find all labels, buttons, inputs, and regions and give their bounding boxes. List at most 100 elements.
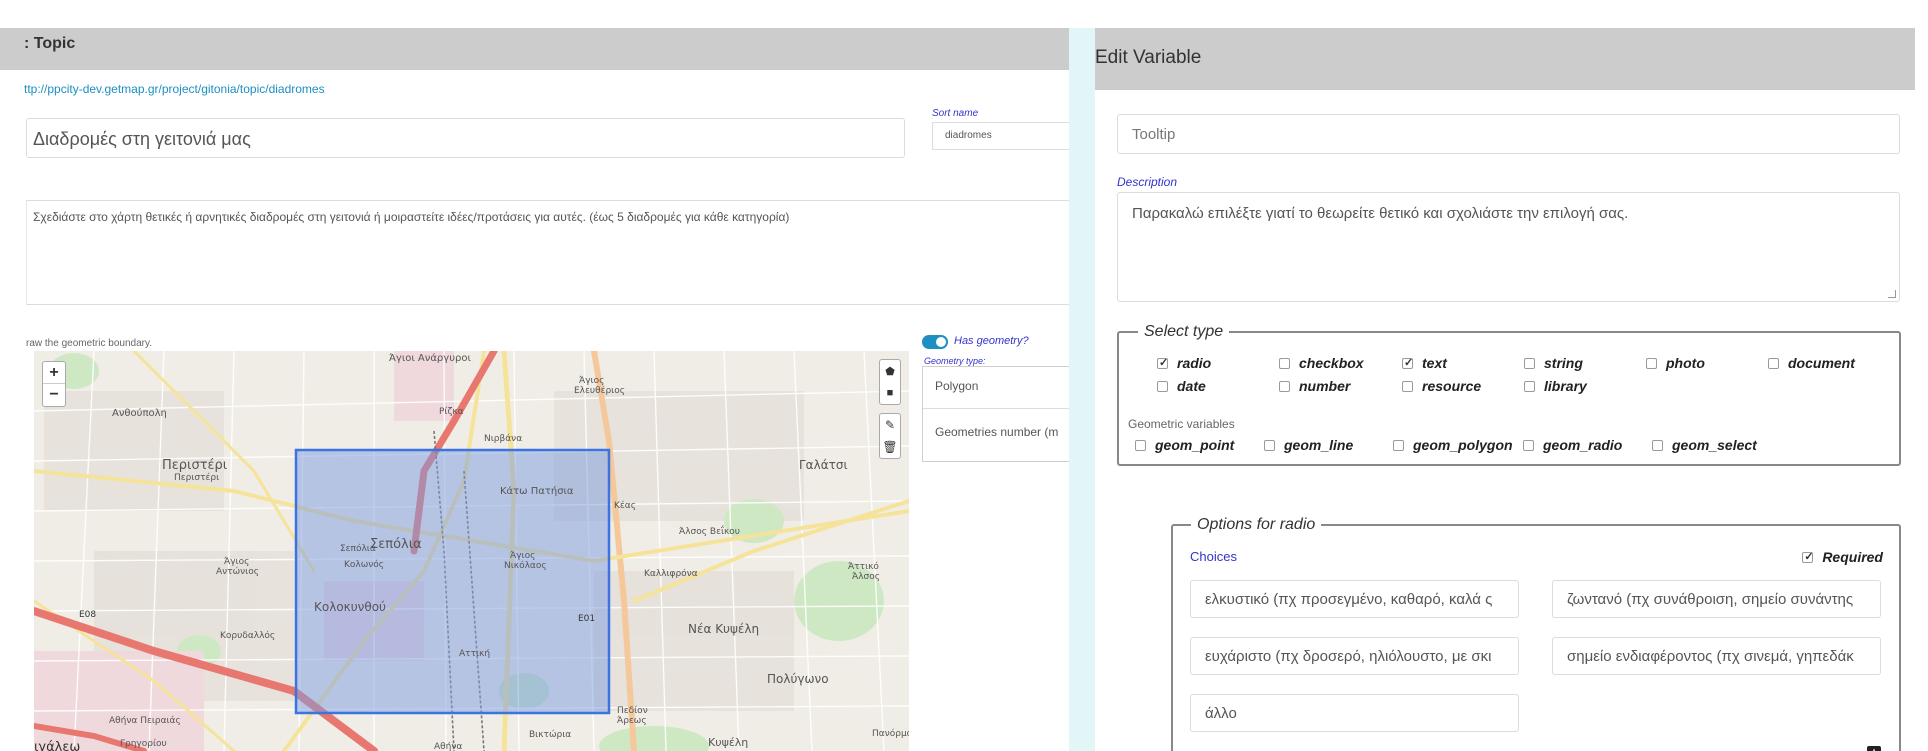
choice-input[interactable]: σημείο ενδιαφέροντος (πχ σινεμά, γηπεδάκ (1552, 637, 1881, 675)
topic-description-textarea[interactable]: Σχεδιάστε στο χάρτη θετικές ή αρνητικές … (26, 200, 1069, 305)
type-photo-option[interactable]: photo (1646, 355, 1705, 371)
resize-handle-icon[interactable] (1888, 290, 1896, 298)
type-photo-checkbox[interactable] (1646, 357, 1657, 369)
type-date-label: date (1177, 378, 1206, 394)
svg-text:Κάτω Πατήσια: Κάτω Πατήσια (500, 485, 574, 497)
geometry-settings-box: Polygon Geometries number (m (922, 366, 1070, 462)
type-resource-checkbox[interactable] (1402, 380, 1413, 392)
geom-radio-checkbox[interactable] (1523, 439, 1534, 451)
modal-body: Tooltip Description Παρακαλώ επιλέξτε γι… (1095, 90, 1915, 751)
topic-url-link[interactable]: ttp://ppcity-dev.getmap.gr/project/giton… (24, 82, 325, 96)
type-radio-option[interactable]: radio (1157, 355, 1211, 371)
geom-polygon-checkbox[interactable] (1393, 439, 1404, 451)
svg-text:Αθήνα Πειραιάς: Αθήνα Πειραιάς (109, 716, 181, 726)
select-type-fieldset: Select type radio checkbox text string (1117, 323, 1901, 466)
type-string-option[interactable]: string (1524, 355, 1583, 371)
svg-text:Κολοκυνθού: Κολοκυνθού (314, 600, 386, 614)
type-document-checkbox[interactable] (1768, 357, 1779, 369)
type-document-option[interactable]: document (1768, 355, 1855, 371)
square-icon[interactable]: ■ (880, 382, 900, 404)
tooltip-input[interactable]: Tooltip (1117, 114, 1900, 154)
svg-text:Σεπόλια: Σεπόλια (340, 543, 376, 554)
svg-text:Νικόλαος: Νικόλαος (504, 560, 547, 571)
type-string-checkbox[interactable] (1524, 357, 1535, 369)
geom-select-checkbox[interactable] (1652, 439, 1663, 451)
type-resource-option[interactable]: resource (1402, 378, 1481, 394)
type-library-option[interactable]: library (1524, 378, 1587, 394)
type-photo-label: photo (1666, 355, 1705, 371)
type-library-label: library (1544, 378, 1587, 394)
svg-text:Άρεως: Άρεως (617, 716, 647, 726)
geom-point-label: geom_point (1155, 437, 1235, 453)
svg-text:E08: E08 (79, 610, 96, 620)
zoom-in-button[interactable]: + (43, 362, 65, 384)
topic-editor-panel: : Topic ttp://ppcity-dev.getmap.gr/proje… (0, 0, 1070, 751)
edit-icon[interactable]: ✎ (880, 414, 900, 436)
topic-header-title: : Topic (24, 35, 76, 52)
type-radio-checkbox[interactable] (1157, 356, 1168, 369)
svg-text:Άγιος: Άγιος (510, 551, 535, 561)
type-library-checkbox[interactable] (1524, 380, 1535, 392)
svg-text:Κυψέλη: Κυψέλη (708, 736, 748, 749)
polygon-icon[interactable]: ⬟ (880, 360, 900, 382)
trash-icon[interactable]: 🗑 (880, 436, 900, 458)
choice-input[interactable]: άλλο (1190, 694, 1519, 732)
topic-header: : Topic (0, 28, 1069, 70)
geometry-type-label: Geometry type: (924, 356, 986, 366)
required-checkbox[interactable] (1802, 550, 1814, 563)
choice-input[interactable]: ζωντανό (πχ συνάθροιση, σημείο συνάντης (1552, 580, 1881, 618)
type-date-option[interactable]: date (1157, 378, 1206, 394)
topic-name-input[interactable]: Διαδρομές στη γειτονιά μας (26, 118, 905, 158)
app-window: : Topic ttp://ppcity-dev.getmap.gr/proje… (0, 0, 1928, 751)
description-text: Παρακαλώ επιλέξτε γιατί το θεωρείτε θετι… (1132, 205, 1629, 222)
options-fieldset: Options for radio Choices Required ελκυσ… (1171, 516, 1901, 751)
modal-backdrop-strip (1069, 28, 1095, 751)
svg-text:Περιστέρι: Περιστέρι (174, 472, 219, 483)
geom-point-option[interactable]: geom_point (1135, 437, 1234, 453)
plus-square-icon[interactable]: + (1867, 746, 1881, 751)
svg-text:Νιρβάνα: Νιρβάνα (484, 434, 522, 444)
geom-line-option[interactable]: geom_line (1264, 437, 1353, 453)
svg-text:Ρίζκα: Ρίζκα (439, 407, 464, 417)
type-text-option[interactable]: text (1402, 355, 1447, 371)
type-checkbox-option[interactable]: checkbox (1279, 355, 1364, 371)
map-zoom-control: + − (42, 361, 66, 407)
type-number-option[interactable]: number (1279, 378, 1350, 394)
geom-line-checkbox[interactable] (1264, 439, 1275, 451)
type-checkbox-label: checkbox (1299, 355, 1364, 371)
type-date-checkbox[interactable] (1157, 380, 1168, 392)
sort-name-input[interactable]: diadromes (932, 122, 1069, 150)
svg-text:Πεδίον: Πεδίον (617, 706, 648, 716)
required-option[interactable]: Required (1802, 549, 1883, 565)
geometric-variables-label: Geometric variables (1128, 417, 1235, 431)
geom-polygon-option[interactable]: geom_polygon (1393, 437, 1513, 453)
type-checkbox-checkbox[interactable] (1279, 357, 1290, 369)
geom-radio-label: geom_radio (1543, 437, 1623, 453)
divider (923, 408, 1070, 409)
required-label: Required (1822, 549, 1883, 565)
zoom-out-button[interactable]: − (43, 384, 65, 406)
svg-text:Πολύγωνο: Πολύγωνο (767, 672, 829, 686)
edit-variable-modal: Edit Variable Tooltip Description Παρακα… (1095, 28, 1915, 751)
geom-line-label: geom_line (1284, 437, 1354, 453)
type-text-checkbox[interactable] (1402, 356, 1413, 369)
select-type-legend: Select type (1138, 323, 1230, 341)
has-geometry-toggle[interactable] (922, 335, 948, 349)
geometry-type-select[interactable]: Polygon (935, 379, 978, 393)
choice-input[interactable]: ελκυστικό (πχ προσεγμένο, καθαρό, καλά ς (1190, 580, 1519, 618)
type-number-checkbox[interactable] (1279, 380, 1290, 392)
map-view[interactable]: Άγιοι Ανάργυροι Άγιος Ελευθέριος Ανθούπο… (34, 351, 909, 751)
svg-text:Άγιοι Ανάργυροι: Άγιοι Ανάργυροι (389, 352, 471, 364)
description-textarea[interactable]: Παρακαλώ επιλέξτε γιατί το θεωρείτε θετι… (1117, 192, 1900, 302)
geom-radio-option[interactable]: geom_radio (1523, 437, 1622, 453)
svg-text:Γρηγορίου: Γρηγορίου (120, 739, 167, 749)
geom-polygon-label: geom_polygon (1413, 437, 1513, 453)
geom-select-option[interactable]: geom_select (1652, 437, 1757, 453)
svg-text:Γαλάτσι: Γαλάτσι (799, 458, 848, 472)
edit-toolbar: ✎ 🗑 (879, 413, 901, 459)
type-resource-label: resource (1422, 378, 1482, 394)
choice-input[interactable]: ευχάριστο (πχ δροσερό, ηλιόλουστο, με σκ… (1190, 637, 1519, 675)
geom-point-checkbox[interactable] (1135, 439, 1146, 451)
geometries-number-input[interactable]: Geometries number (m (935, 425, 1070, 439)
svg-text:Κολωνός: Κολωνός (344, 559, 384, 570)
